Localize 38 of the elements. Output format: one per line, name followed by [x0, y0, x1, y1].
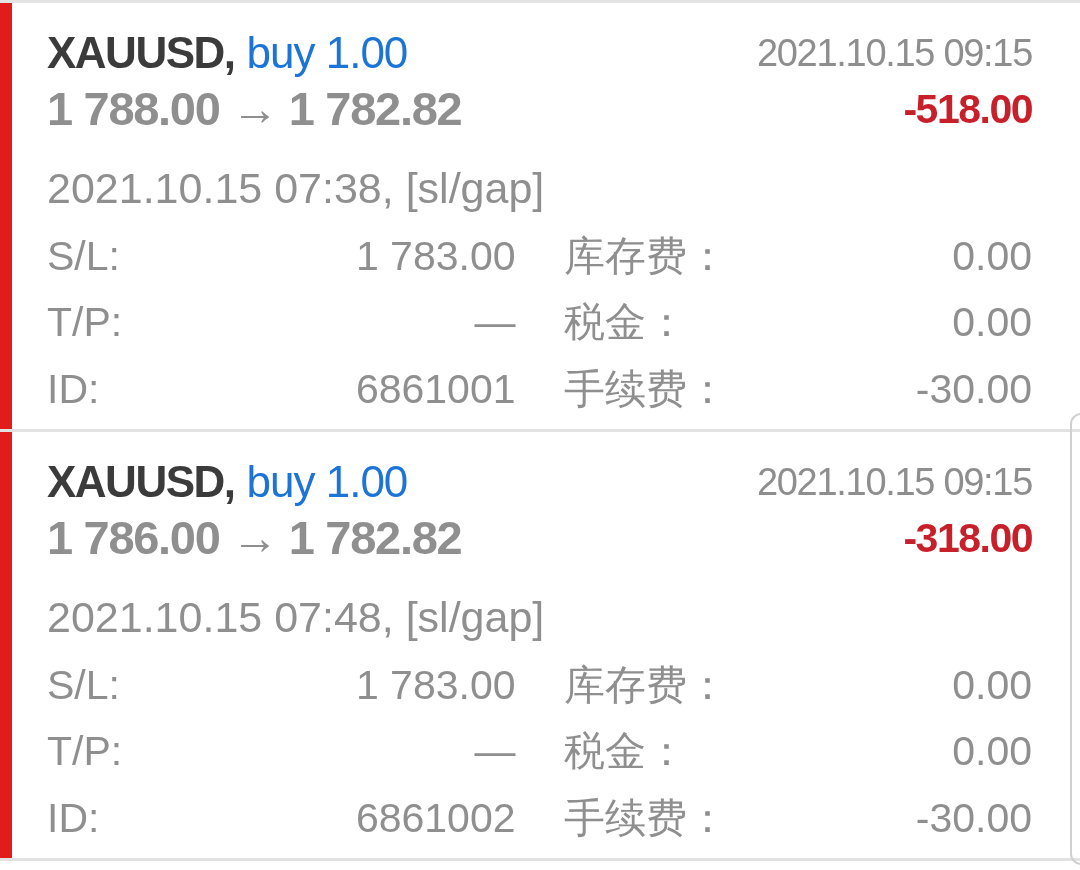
detail-value: —	[474, 299, 516, 347]
detail-label: ID:	[47, 365, 100, 413]
detail-value: 1 783.00	[355, 661, 516, 709]
symbol-label: XAUUSD,	[47, 28, 235, 78]
detail-value: -30.00	[915, 794, 1032, 842]
detail-value: -30.00	[915, 365, 1032, 413]
price-change-text: 1 786.00 → 1 782.82	[47, 510, 462, 566]
detail-label: S/L:	[47, 661, 120, 709]
detail-label: 税金：	[563, 727, 687, 777]
detail-label: T/P:	[47, 299, 123, 347]
detail-label: 库存费：	[563, 231, 728, 281]
detail-value: 6861002	[355, 794, 516, 842]
detail-label: T/P:	[47, 728, 123, 776]
open-time-text: 2021.10.15 07:48, [sl/gap]	[47, 592, 545, 642]
profit-value: -518.00	[903, 85, 1032, 133]
close-time-text: 2021.10.15 09:15	[756, 460, 1032, 504]
detail-value: 0.00	[952, 728, 1032, 776]
detail-value: 1 783.00	[355, 232, 516, 280]
order-type-label: buy 1.00	[246, 28, 408, 78]
close-time-text: 2021.10.15 09:15	[756, 31, 1032, 75]
detail-value: —	[474, 728, 516, 776]
order-type-label: buy 1.00	[246, 457, 408, 507]
detail-value: 0.00	[952, 232, 1032, 280]
detail-label: 库存费：	[563, 660, 728, 710]
symbol-label: XAUUSD,	[47, 457, 235, 507]
price-change-text: 1 788.00 → 1 782.82	[47, 81, 462, 137]
detail-label: 税金：	[563, 298, 687, 348]
detail-label: 手续费：	[563, 364, 728, 414]
trade-card[interactable]: XAUUSD, buy 1.00 2021.10.15 09:15 1 788.00 → 1 782.82 -518.00 2021.10.15 07:38, [sl/gap] S/L: 1 783.00 库存费： 0.00 T/P: — 税金： 0.00 ID: 6861001 手续费： -30.00	[0, 3, 1080, 432]
detail-value: 0.00	[952, 299, 1032, 347]
detail-label: ID:	[47, 794, 100, 842]
detail-value: 6861001	[355, 365, 516, 413]
profit-value: -318.00	[903, 514, 1032, 562]
detail-label: S/L:	[47, 232, 120, 280]
detail-value: 0.00	[952, 661, 1032, 709]
detail-label: 手续费：	[563, 793, 728, 843]
open-time-text: 2021.10.15 07:38, [sl/gap]	[47, 163, 545, 213]
trade-card[interactable]: XAUUSD, buy 1.00 2021.10.15 09:15 1 786.00 → 1 782.82 -318.00 2021.10.15 07:48, [sl/gap] S/L: 1 783.00 库存费： 0.00 T/P: — 税金： 0.00 ID: 6861002 手续费： -30.00	[0, 432, 1080, 861]
